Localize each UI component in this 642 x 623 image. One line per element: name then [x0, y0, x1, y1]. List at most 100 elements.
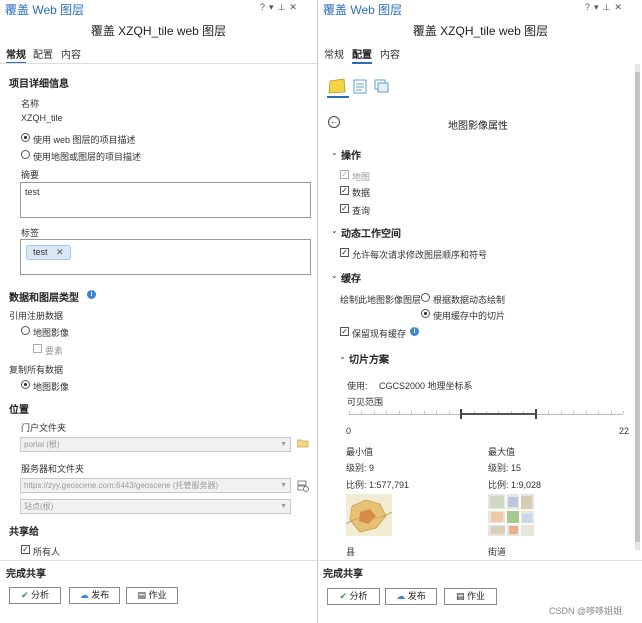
slider-min-handle[interactable] [460, 409, 463, 419]
min-level: 级别: 9 [346, 463, 375, 473]
section-finish-sharing: 完成共享 [323, 569, 363, 580]
chevron-down-icon[interactable]: ⌄ [331, 226, 338, 235]
radio-use-cache-tiles[interactable] [421, 309, 430, 318]
chevron-down-icon: ▼ [280, 441, 287, 448]
info-icon[interactable]: i [410, 327, 419, 336]
subtab-configure-pages[interactable] [352, 79, 370, 97]
help-icon[interactable]: ? [260, 2, 269, 12]
summary-input[interactable]: test [20, 182, 311, 218]
visible-range-slider[interactable] [349, 408, 624, 426]
scale-max-label: 22 [619, 426, 630, 436]
checkbox-features[interactable] [33, 344, 42, 353]
tiling-use-label: 使用: [347, 381, 368, 391]
subtab-layer-properties[interactable] [327, 78, 349, 98]
checkbox-data[interactable]: ✓ [340, 186, 349, 195]
radio-use-cache-tiles-label: 使用缓存中的切片 [433, 311, 506, 321]
tab-configuration[interactable]: 配置 [33, 46, 53, 61]
chevron-down-icon[interactable]: ▾ [594, 2, 603, 12]
tags-label: 标签 [21, 228, 40, 238]
tab-content[interactable]: 内容 [380, 46, 400, 61]
slider-tick [623, 411, 624, 414]
tag-chip[interactable]: test ✕ [26, 245, 71, 260]
jobs-button[interactable]: ▤ 作业 [126, 587, 178, 604]
pages-icon [353, 79, 367, 94]
chevron-down-icon: ▼ [280, 503, 287, 510]
slider-tick [411, 411, 413, 414]
max-thumbnail-label: 街道 [488, 547, 507, 557]
checkbox-keep-cache[interactable]: ✓ [340, 327, 349, 336]
pin-icon[interactable]: ⊥ [603, 2, 615, 12]
tags-input[interactable]: test ✕ [20, 239, 311, 275]
radio-map-description[interactable] [21, 150, 30, 159]
publish-button[interactable]: ☁ 发布 [385, 588, 437, 605]
radio-web-description-label: 使用 web 图层的项目描述 [33, 135, 136, 145]
server-settings-icon[interactable] [297, 480, 309, 492]
checkbox-map[interactable]: ✓ [340, 170, 349, 179]
tag-chip-label: test [33, 247, 48, 257]
publish-button[interactable]: ☁ 发布 [69, 587, 120, 604]
reference-label: 引用注册数据 [9, 311, 64, 321]
scrollbar-thumb[interactable] [635, 72, 640, 542]
remove-tag-icon[interactable]: ✕ [56, 247, 64, 257]
portal-folder-select[interactable]: portal (根) ▼ [20, 437, 291, 452]
radio-draw-dynamic[interactable] [421, 293, 430, 302]
pane-controls[interactable]: ?▾⊥✕ [260, 2, 301, 13]
subtab-layers[interactable] [374, 79, 392, 97]
checkbox-allow-modify-label: 允许每次请求修改图层顺序和符号 [352, 250, 488, 260]
radio-web-description[interactable] [21, 133, 30, 142]
pane-title: 覆盖 Web 图层 [5, 3, 85, 17]
help-icon[interactable]: ? [585, 2, 594, 12]
min-scale-thumbnail [345, 494, 393, 536]
layer-title: 覆盖 XZQH_tile web 图层 [90, 24, 227, 38]
pane-controls[interactable]: ?▾⊥✕ [585, 2, 626, 13]
tab-configuration[interactable]: 配置 [352, 46, 372, 64]
close-icon[interactable]: ✕ [289, 2, 301, 12]
visible-range-label: 可见范围 [347, 397, 384, 407]
slider-tick [560, 411, 562, 414]
max-scale-thumbnail [488, 494, 534, 536]
checkbox-everyone[interactable]: ✓ [21, 545, 30, 554]
slider-tick [349, 411, 350, 414]
slider-tick [423, 411, 425, 414]
site-folder-select[interactable]: 站点(根) ▼ [20, 499, 291, 514]
scrollbar[interactable] [635, 64, 640, 550]
min-title: 最小值 [346, 447, 374, 457]
section-share-with: 共享给 [9, 527, 39, 538]
checkbox-allow-modify[interactable]: ✓ [340, 248, 349, 257]
publish-label: 发布 [91, 590, 110, 600]
jobs-button[interactable]: ▤ 作业 [444, 588, 497, 605]
checkbox-query[interactable]: ✓ [340, 204, 349, 213]
jobs-label: 作业 [467, 591, 486, 601]
draw-layer-label: 绘制此地图影像图层 [340, 295, 422, 305]
info-icon[interactable]: i [87, 290, 96, 299]
server-select[interactable]: https://zyy.geoscene.com:6443/geoscene (… [20, 478, 291, 493]
chevron-down-icon[interactable]: ⌄ [331, 271, 338, 280]
slider-tick [373, 411, 375, 414]
portal-folder-value: portal (根) [24, 440, 60, 449]
max-scale: 比例: 1:9,028 [488, 480, 542, 490]
slider-selected-range [461, 413, 536, 415]
radio-reference-map-image[interactable] [21, 326, 30, 335]
divider [0, 560, 317, 561]
analyze-button[interactable]: ✔ 分析 [9, 587, 61, 604]
pin-icon[interactable]: ⊥ [278, 2, 290, 12]
slider-tick [386, 411, 388, 414]
close-icon[interactable]: ✕ [614, 2, 626, 12]
server-value: https://zyy.geoscene.com:6443/geoscene (… [24, 481, 219, 490]
chevron-down-icon[interactable]: ⌄ [331, 148, 338, 157]
tab-general[interactable]: 常规 [6, 46, 26, 64]
tab-content[interactable]: 内容 [61, 46, 81, 61]
section-data-layer-type: 数据和图层类型 [9, 293, 79, 304]
watermark: CSDN @哆哆姐姐 [549, 606, 623, 616]
folder-icon[interactable] [296, 438, 309, 448]
tab-general[interactable]: 常规 [324, 46, 344, 61]
chevron-down-icon[interactable]: ⌄ [339, 352, 346, 361]
analyze-button[interactable]: ✔ 分析 [327, 588, 380, 605]
check-icon: ✔ [339, 591, 347, 601]
chevron-down-icon[interactable]: ▾ [269, 2, 278, 12]
jobs-icon: ▤ [137, 590, 146, 600]
left-pane: 覆盖 Web 图层 ?▾⊥✕ 覆盖 XZQH_tile web 图层 常规 配置… [0, 0, 318, 623]
slider-max-handle[interactable] [534, 409, 537, 419]
portal-folder-label: 门户文件夹 [21, 423, 67, 433]
radio-copy-map-image[interactable] [21, 380, 30, 389]
